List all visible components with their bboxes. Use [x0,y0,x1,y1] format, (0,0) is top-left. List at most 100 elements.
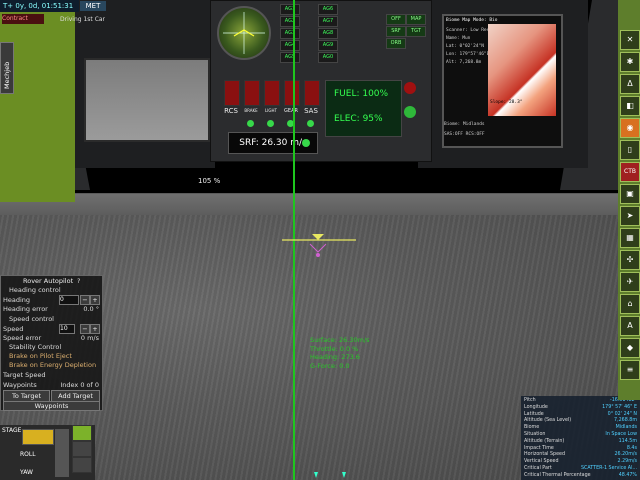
ok-light [404,106,416,118]
dsc-icon[interactable]: ◆ [620,338,640,358]
sas-switch[interactable] [304,80,320,106]
mode-button-tgt[interactable]: TGT [406,26,426,37]
flight-info-label: Longitude [524,404,548,410]
annunciator-ag8[interactable]: AG8 [318,28,338,39]
light-label: LIGHT [265,108,277,113]
tools-icon[interactable]: ✱ [620,52,640,72]
rcs-switch[interactable] [224,80,240,106]
annunciator-ag5[interactable]: AG5 [280,52,300,63]
warning-light [404,82,416,94]
navball [217,6,271,60]
brake-switch[interactable] [244,80,260,106]
hud-throttle: Throttle: 0.0 % [310,344,359,353]
table-icon[interactable]: ▦ [620,228,640,248]
mfd-line: Lon: 179°57'46"E [446,52,490,57]
speed-decrease-button[interactable]: − [80,324,90,334]
speed-error-label: Speed error [3,334,42,342]
phone-icon[interactable]: ▯ [620,140,640,160]
speed-mode-light [302,139,310,147]
map-icon[interactable]: ◧ [620,96,640,116]
speed-control-toggle[interactable]: Speed control [9,315,54,323]
settings-icon[interactable]: ◉ [620,118,640,138]
throttle-gauge [55,429,69,477]
annunciator-ag3[interactable]: AG3 [280,28,300,39]
flight-info-value: 7,268.8m [614,418,637,424]
waypoints-label: Waypoints [3,381,37,389]
mode-button-srf[interactable]: SRF [386,26,406,37]
help-button[interactable]: ? [77,277,80,285]
annunciator-ag7[interactable]: AG7 [318,16,338,27]
mfd-biome: Biome: Midlands [444,122,485,127]
action-button[interactable] [72,441,92,457]
satellite-icon[interactable]: ✣ [620,250,640,270]
camera-icon[interactable]: ▣ [620,184,640,204]
annunciator-ag9[interactable]: AG9 [318,40,338,51]
horizon [0,175,640,215]
flight-info-value: Midlands [615,425,637,431]
flight-info-value: 8.4s [626,445,637,451]
annunciator-ag1[interactable]: AG1 [280,4,300,15]
speed-increase-button[interactable]: + [90,324,100,334]
ker-icon[interactable]: ✈ [620,272,640,292]
delta-v-icon[interactable]: Δ [620,74,640,94]
flight-info-label: Biome [524,425,540,431]
contract-label[interactable]: Contract [2,14,44,24]
brake-pilot-eject-toggle[interactable]: Brake on Pilot Eject [9,352,72,360]
gear-label: GEAR [284,108,298,114]
sas-label: SAS [304,107,318,115]
stability-control-toggle[interactable]: Stability Control [9,343,61,351]
annunciator-ag0[interactable]: AG0 [318,52,338,63]
heading-input[interactable]: 0 [59,295,79,305]
annunciator-ag4[interactable]: AG4 [280,40,300,51]
heading-control-toggle[interactable]: Heading control [9,286,61,294]
heading-label: Heading [3,296,31,304]
met-button[interactable]: MET [80,1,106,11]
list-icon[interactable]: ≡ [620,360,640,380]
rcs-label: RCS [224,107,238,115]
hud-surface-speed: Surface: 26.30m/s [310,336,370,344]
wrench-icon[interactable]: ✕ [620,30,640,50]
brake-label: BRAKE [244,108,258,113]
rocket-icon[interactable]: ➤ [620,206,640,226]
heading-decrease-button[interactable]: − [80,295,90,305]
speed-input[interactable]: 10 [59,324,75,334]
annunciator-ag2[interactable]: AG2 [280,16,300,27]
app-toolbar: ✕ ✱ Δ ◧ ◉ ▯ CTB ▣ ➤ ▦ ✣ ✈ ⌂ A ◆ ≡ [618,0,640,400]
mode-button-orb[interactable]: ORB [386,38,406,49]
vessel-label: Driving 1st Car [60,16,106,23]
science-icon[interactable]: ⌂ [620,294,640,314]
mechjeb-tab[interactable]: Mechjeb [0,42,14,94]
sas-indicator-light [307,120,314,127]
mfd-header: Biome Map Mode: Bio [446,18,498,23]
speed-error-value: 0 m/s [80,334,99,342]
flight-info-value: In Space Low [605,432,637,437]
mode-button-map[interactable]: MAP [406,14,426,25]
waypoints-button[interactable]: Waypoints [3,401,100,411]
flight-info-label: Horizontal Speed [524,452,566,458]
brake-indicator-light [247,120,254,127]
mfd-status: SAS:OFF RCS:OFF [444,132,485,137]
stage-label: STAGE [2,427,22,434]
target-speed-label: Target Speed [3,371,46,379]
action-button[interactable] [72,457,92,473]
mfd-line: Scanner: Low Res [446,28,490,33]
hud-readout: Surface: 26.30m/s Throttle: 0.0 % Headin… [310,336,370,370]
light-switch[interactable] [264,80,280,106]
heading-increase-button[interactable]: + [90,295,100,305]
heading-markers [314,472,346,478]
alarm-icon[interactable]: A [620,316,640,336]
vector-marker [282,234,356,257]
hud-heading: Heading: 273.6 [310,353,360,361]
action-button[interactable] [72,425,92,441]
rover-autopilot-window: Rover Autopilot ? Heading control Headin… [0,275,103,411]
waypoints-index: Index 0 of 0 [60,381,99,389]
flight-info-label: Latitude [524,411,544,417]
met-clock: T+ 0y, 0d, 01:51:31 [0,0,79,12]
ctb-icon[interactable]: CTB [620,162,640,182]
light-indicator-light [267,120,274,127]
mode-button-off[interactable]: OFF [386,14,406,25]
flight-info-label: Impact Time [524,445,554,451]
gear-switch[interactable] [284,80,300,106]
annunciator-ag6[interactable]: AG6 [318,4,338,15]
brake-energy-toggle[interactable]: Brake on Energy Depletion [9,361,96,369]
